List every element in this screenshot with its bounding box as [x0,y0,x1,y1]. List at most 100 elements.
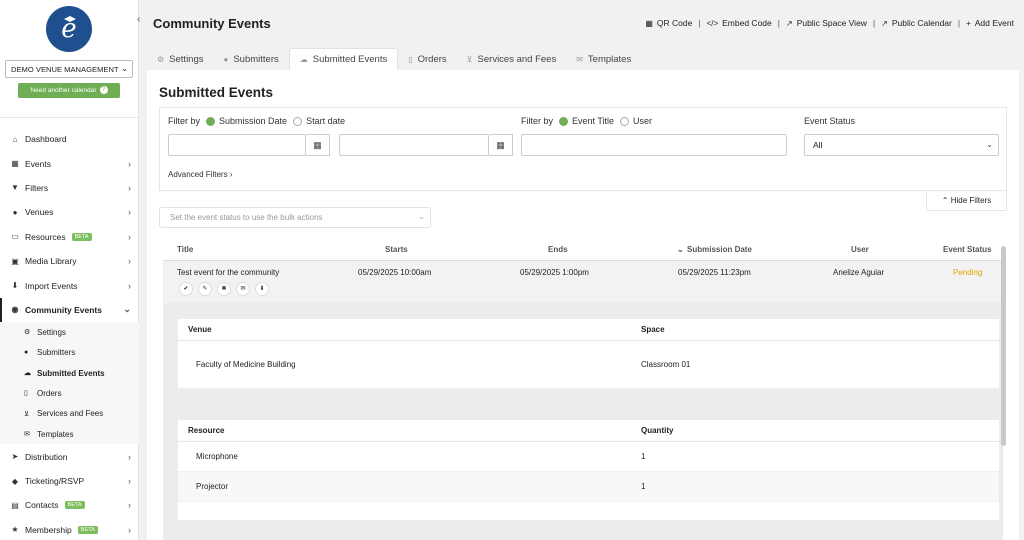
radio-label: Start date [306,116,346,126]
edit-icon[interactable]: ✎ [198,282,212,296]
date-from-input[interactable] [168,134,306,156]
header-links: ▦ QR Code | </> Embed Code | ↗ Public Space… [645,18,1014,28]
column-event-status[interactable]: Event Status [943,245,991,254]
subnav-label: Submitted Events [37,368,105,378]
subnav-submitted-events[interactable]: ☁ Submitted Events [0,363,139,383]
star-icon: ★ [11,525,19,535]
tab-label: Settings [169,53,204,65]
calendar-icon[interactable]: ▦ [489,134,513,156]
tab-label: Services and Fees [477,53,557,65]
column-starts[interactable]: Starts [385,245,408,254]
subnav-services-fees[interactable]: ⊻ Services and Fees [0,404,139,424]
subnav-submitters[interactable]: ● Submitters [0,343,139,363]
title-search-input[interactable] [521,134,787,156]
public-space-view-link[interactable]: ↗ Public Space View [786,18,867,28]
tab-orders[interactable]: ▯ Orders [398,48,456,70]
subnav-orders[interactable]: ▯ Orders [0,383,139,403]
space-header: Space [641,325,665,334]
ticket-icon: ◆ [11,476,19,486]
tab-services-fees[interactable]: ⊻ Services and Fees [457,48,567,70]
sidebar-item-ticketing[interactable]: ◆ Ticketing/RSVP › [0,469,139,493]
beta-badge: BETA [71,232,92,241]
plus-icon: + [966,18,971,28]
column-user[interactable]: User [851,245,869,254]
tab-settings[interactable]: ⚙ Settings [147,48,214,70]
sort-desc-icon: ⌄ [677,245,684,254]
sidebar-item-import-events[interactable]: ⬇ Import Events › [0,273,139,297]
sidebar-nav: ⌂ Dashboard ▦ Events › ▼ Filters › ● Venues › ▭… [0,127,139,540]
radio-user[interactable] [620,116,630,126]
qr-code-link[interactable]: ▦ QR Code [645,18,692,28]
import-icon: ⬇ [11,281,19,291]
calendar-icon[interactable]: ▦ [306,134,330,156]
sidebar-item-filters[interactable]: ▼ Filters › [0,176,139,200]
chevron-down-icon: ⌄ [986,140,993,149]
resource-row: Projector 1 [178,472,999,502]
resource-table-header: Resource Quantity [178,420,999,442]
event-starts: 05/29/2025 10:00am [358,268,432,277]
sidebar-item-membership[interactable]: ★ Membership BETA › [0,518,139,540]
users-icon: ● [24,349,29,357]
scrollbar[interactable] [1001,246,1006,446]
subnav-label: Templates [37,429,74,439]
public-calendar-link[interactable]: ↗ Public Calendar [881,18,952,28]
subnav-label: Orders [37,388,62,398]
column-submission-date[interactable]: Submission Date [687,245,752,254]
radio-event-title[interactable] [559,116,569,126]
venue-select[interactable]: DEMO VENUE MANAGEMENT ⌄ [5,60,133,78]
sidebar-item-distribution[interactable]: ➤ Distribution › [0,444,139,468]
filter-box: Filter by Submission Date Start date ▦ ▦… [159,107,1007,191]
sidebar-item-media-library[interactable]: ▣ Media Library › [0,249,139,273]
chevron-down-icon: ⌄ [123,304,131,315]
sidebar-item-community-events[interactable]: ◉ Community Events ⌄ [0,297,139,323]
resource-row: Microphone 1 [178,442,999,472]
document-icon: ▯ [408,54,413,64]
hide-filters-button[interactable]: ⌃ Hide Filters [926,191,1007,211]
download-icon[interactable]: ⬇ [255,282,269,296]
tab-templates[interactable]: ✉ Templates [566,48,641,70]
approve-icon[interactable]: ✔ [179,282,193,296]
subnav-templates[interactable]: ✉ Templates [0,424,139,444]
advanced-filters-link[interactable]: Advanced Filters › [168,170,233,179]
link-label: Embed Code [722,18,772,28]
sidebar-item-contacts[interactable]: ▤ Contacts BETA › [0,493,139,517]
reject-icon[interactable]: ✖ [217,282,231,296]
add-event-link[interactable]: + Add Event [966,18,1014,28]
radio-submission-date[interactable] [206,116,216,126]
need-calendar-button[interactable]: Need another calendar? [18,83,120,98]
venue-name: Faculty of Medicine Building [196,360,296,369]
collapse-sidebar-icon[interactable]: ‹ [137,14,140,25]
sidebar-item-resources[interactable]: ▭ Resources BETA › [0,225,139,249]
resource-header: Resource [188,426,225,435]
email-icon[interactable]: ✉ [236,282,250,296]
sidebar-item-events[interactable]: ▦ Events › [0,151,139,175]
filter-by-label: Filter by [168,116,201,126]
venue-table: Venue Space Faculty of Medicine Building… [178,319,999,389]
bulk-actions-select[interactable]: Set the event status to use the bulk act… [159,207,431,228]
table-row[interactable]: Test event for the community 05/29/2025 … [163,261,1003,303]
radio-start-date[interactable] [293,116,303,126]
content-panel: Submitted Events Filter by Submission Da… [147,70,1019,540]
column-title[interactable]: Title [177,245,193,254]
tab-submitters[interactable]: ● Submitters [214,48,289,70]
code-icon: </> [706,18,719,28]
sidebar-item-label: Venues [25,207,54,218]
advanced-filters-label: Advanced Filters [168,170,228,179]
chevron-right-icon: › [128,231,131,242]
sidebar-item-label: Media Library [25,256,77,267]
date-to-input[interactable] [339,134,489,156]
tab-submitted-events[interactable]: ☁ Submitted Events [288,48,399,70]
column-ends[interactable]: Ends [548,245,568,254]
app-logo[interactable]: e [46,6,92,52]
sidebar-item-label: Filters [25,182,49,193]
venue-table-header: Venue Space [178,319,999,341]
question-icon: ? [99,86,108,95]
sidebar-item-dashboard[interactable]: ⌂ Dashboard [0,127,139,151]
event-status-select[interactable]: All ⌄ [804,134,999,156]
subnav-settings[interactable]: ⚙ Settings [0,322,139,342]
resource-name: Microphone [196,452,238,461]
embed-code-link[interactable]: </> Embed Code [707,18,772,28]
page-title: Community Events [153,16,271,31]
sidebar-item-venues[interactable]: ● Venues › [0,200,139,224]
resource-quantity: 1 [641,452,646,461]
